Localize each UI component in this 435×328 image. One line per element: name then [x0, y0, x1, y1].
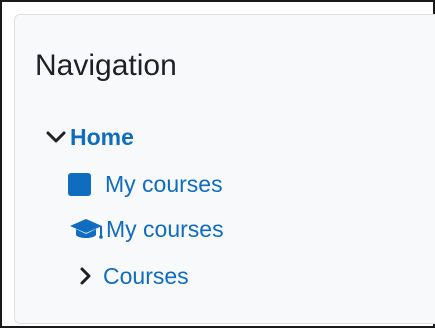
nav-item-my-courses-2-label[interactable]: My courses	[106, 214, 224, 244]
graduation-cap-icon	[68, 217, 104, 241]
screenshot-frame: Navigation Home My courses My courses Co…	[0, 0, 435, 328]
nav-item-home-label[interactable]: Home	[70, 122, 134, 152]
nav-item-my-courses-1-label[interactable]: My courses	[105, 169, 223, 199]
nav-item-my-courses-2[interactable]: My courses	[68, 214, 224, 244]
nav-item-courses[interactable]: Courses	[79, 261, 189, 291]
nav-item-home[interactable]: Home	[46, 122, 134, 152]
chevron-right-icon[interactable]	[79, 267, 91, 285]
block-title: Navigation	[35, 49, 177, 82]
nav-item-courses-label[interactable]: Courses	[103, 261, 189, 291]
square-icon	[68, 172, 91, 196]
chevron-down-icon[interactable]	[46, 130, 66, 144]
nav-item-my-courses-1[interactable]: My courses	[68, 169, 223, 199]
